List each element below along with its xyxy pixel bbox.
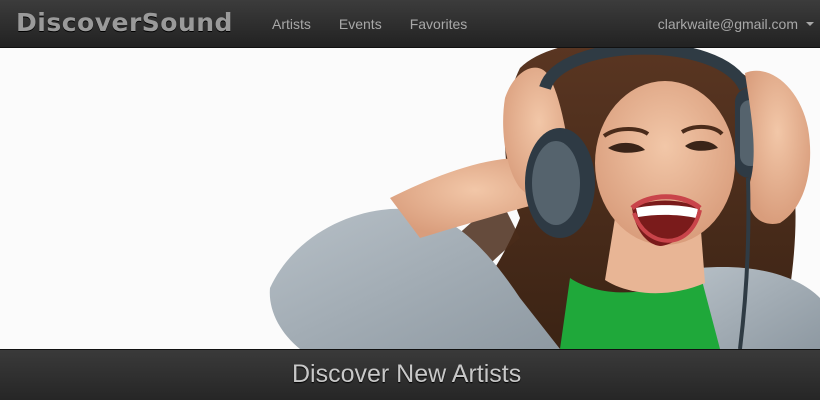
user-account-dropdown[interactable]: clarkwaite@gmail.com [658,0,814,48]
hero-photo-illustration [0,48,820,349]
hero-image [0,48,820,349]
hero-banner: Discover New Artists [0,349,820,400]
nav-link-favorites[interactable]: Favorites [396,0,482,48]
brand-logo[interactable]: DiscoverSound [16,6,233,40]
nav-link-events[interactable]: Events [325,0,396,48]
page-bottom-strip [0,400,820,420]
nav-links: Artists Events Favorites [258,0,481,48]
banner-title: Discover New Artists [292,360,522,388]
user-email: clarkwaite@gmail.com [657,16,798,32]
nav-link-artists[interactable]: Artists [258,0,325,48]
caret-down-icon [806,22,814,26]
top-navbar: DiscoverSound Artists Events Favorites c… [0,0,820,48]
